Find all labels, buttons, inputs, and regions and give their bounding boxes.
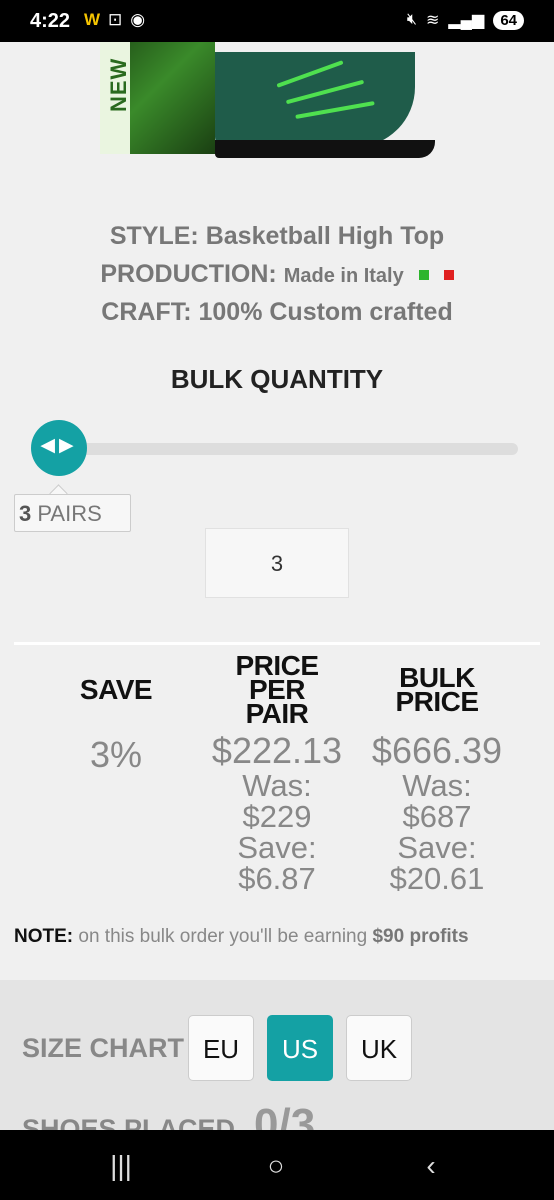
battery-indicator: 64	[493, 10, 524, 30]
spec-production: PRODUCTION: Made in Italy	[0, 260, 554, 289]
size-us-button[interactable]: US	[267, 1015, 333, 1081]
save-value: 3%	[89, 734, 143, 775]
note-profit: $90 profits	[372, 926, 469, 947]
note-label: NOTE:	[14, 926, 74, 947]
bulk-quantity-title: BULK QUANTITY	[170, 364, 384, 394]
shoe-image	[215, 52, 435, 162]
save-header: SAVE	[79, 674, 153, 705]
home-icon[interactable]: ○	[246, 1150, 306, 1182]
note-text: on this bulk order you'll be earning	[78, 926, 368, 947]
box-label: NEW	[106, 57, 131, 112]
slider-arrows-icon: ◀▶	[40, 435, 78, 456]
spec-style-value: Basketball High Top	[205, 222, 445, 250]
bulk-price-save-label: Save:	[397, 830, 477, 865]
size-eu-button[interactable]: EU	[188, 1015, 254, 1081]
product-image: NEW	[0, 42, 554, 202]
price-per-pair-was-label: Was:	[242, 768, 312, 803]
spec-production-label: PRODUCTION:	[100, 260, 277, 288]
navigation-bar: ||| ○ ‹	[0, 1130, 554, 1200]
tooltip-unit: PAIRS	[37, 501, 102, 526]
wifi-icon: ≋	[425, 12, 440, 29]
quantity-input[interactable]: 3	[205, 528, 349, 598]
price-per-pair-value: $222.13	[211, 730, 343, 771]
w-app-icon: W	[84, 10, 101, 29]
spec-craft-value: 100% Custom crafted	[198, 298, 453, 326]
spec-craft: CRAFT: 100% Custom crafted	[0, 298, 554, 327]
spec-craft-label: CRAFT:	[101, 298, 192, 326]
bulk-price-save-value: $20.61	[389, 861, 485, 896]
signal-icon: ▂▄▆	[448, 12, 485, 29]
divider	[14, 642, 540, 645]
messenger-icon: ◉	[130, 10, 146, 29]
bulk-price-column: BULK PRICE $666.39 Was: $687 Save: $20.6…	[367, 662, 507, 896]
mute-icon: 🔇︎	[406, 11, 417, 28]
price-per-pair-header: PRICE PER PAIR	[235, 650, 319, 729]
spec-production-value: Made in Italy	[283, 265, 404, 287]
bulk-price-was-label: Was:	[402, 768, 472, 803]
flag-red-icon	[443, 270, 454, 281]
size-uk-button[interactable]: UK	[346, 1015, 412, 1081]
spec-style: STYLE: Basketball High Top	[0, 222, 554, 251]
status-bar: 4:22 W ⊡ ◉ 🔇︎ ≋ ▂▄▆ 64	[0, 0, 554, 42]
price-per-pair-save-value: $6.87	[238, 861, 316, 896]
size-chart-label: SIZE CHART	[22, 1033, 184, 1063]
tooltip-count: 3	[19, 501, 32, 526]
notification-icons: W ⊡ ◉	[84, 10, 145, 30]
recents-icon[interactable]: |||	[91, 1150, 151, 1182]
shoe-box-image: NEW	[100, 42, 215, 154]
screenshot-icon: ⊡	[108, 10, 123, 29]
price-per-pair-was-value: $229	[242, 799, 312, 834]
spec-style-label: STYLE:	[109, 222, 199, 250]
flag-green-icon	[418, 270, 429, 281]
bulk-price-was-value: $687	[402, 799, 472, 834]
quantity-slider-handle[interactable]: ◀▶	[31, 420, 87, 476]
bulk-price-value: $666.39	[371, 730, 503, 771]
save-column: SAVE 3%	[56, 674, 176, 775]
price-per-pair-save-label: Save:	[237, 830, 317, 865]
system-icons: 🔇︎ ≋ ▂▄▆ 64	[407, 10, 524, 30]
bulk-price-header: BULK PRICE	[395, 662, 479, 717]
quantity-slider-track[interactable]	[40, 443, 518, 455]
quantity-tooltip: 3 PAIRS	[14, 494, 131, 532]
clock: 4:22	[30, 10, 71, 32]
price-per-pair-column: PRICE PER PAIR $222.13 Was: $229 Save: $…	[207, 650, 347, 896]
back-icon[interactable]: ‹	[401, 1150, 461, 1182]
profit-note: NOTE: on this bulk order you'll be earni…	[14, 926, 469, 948]
